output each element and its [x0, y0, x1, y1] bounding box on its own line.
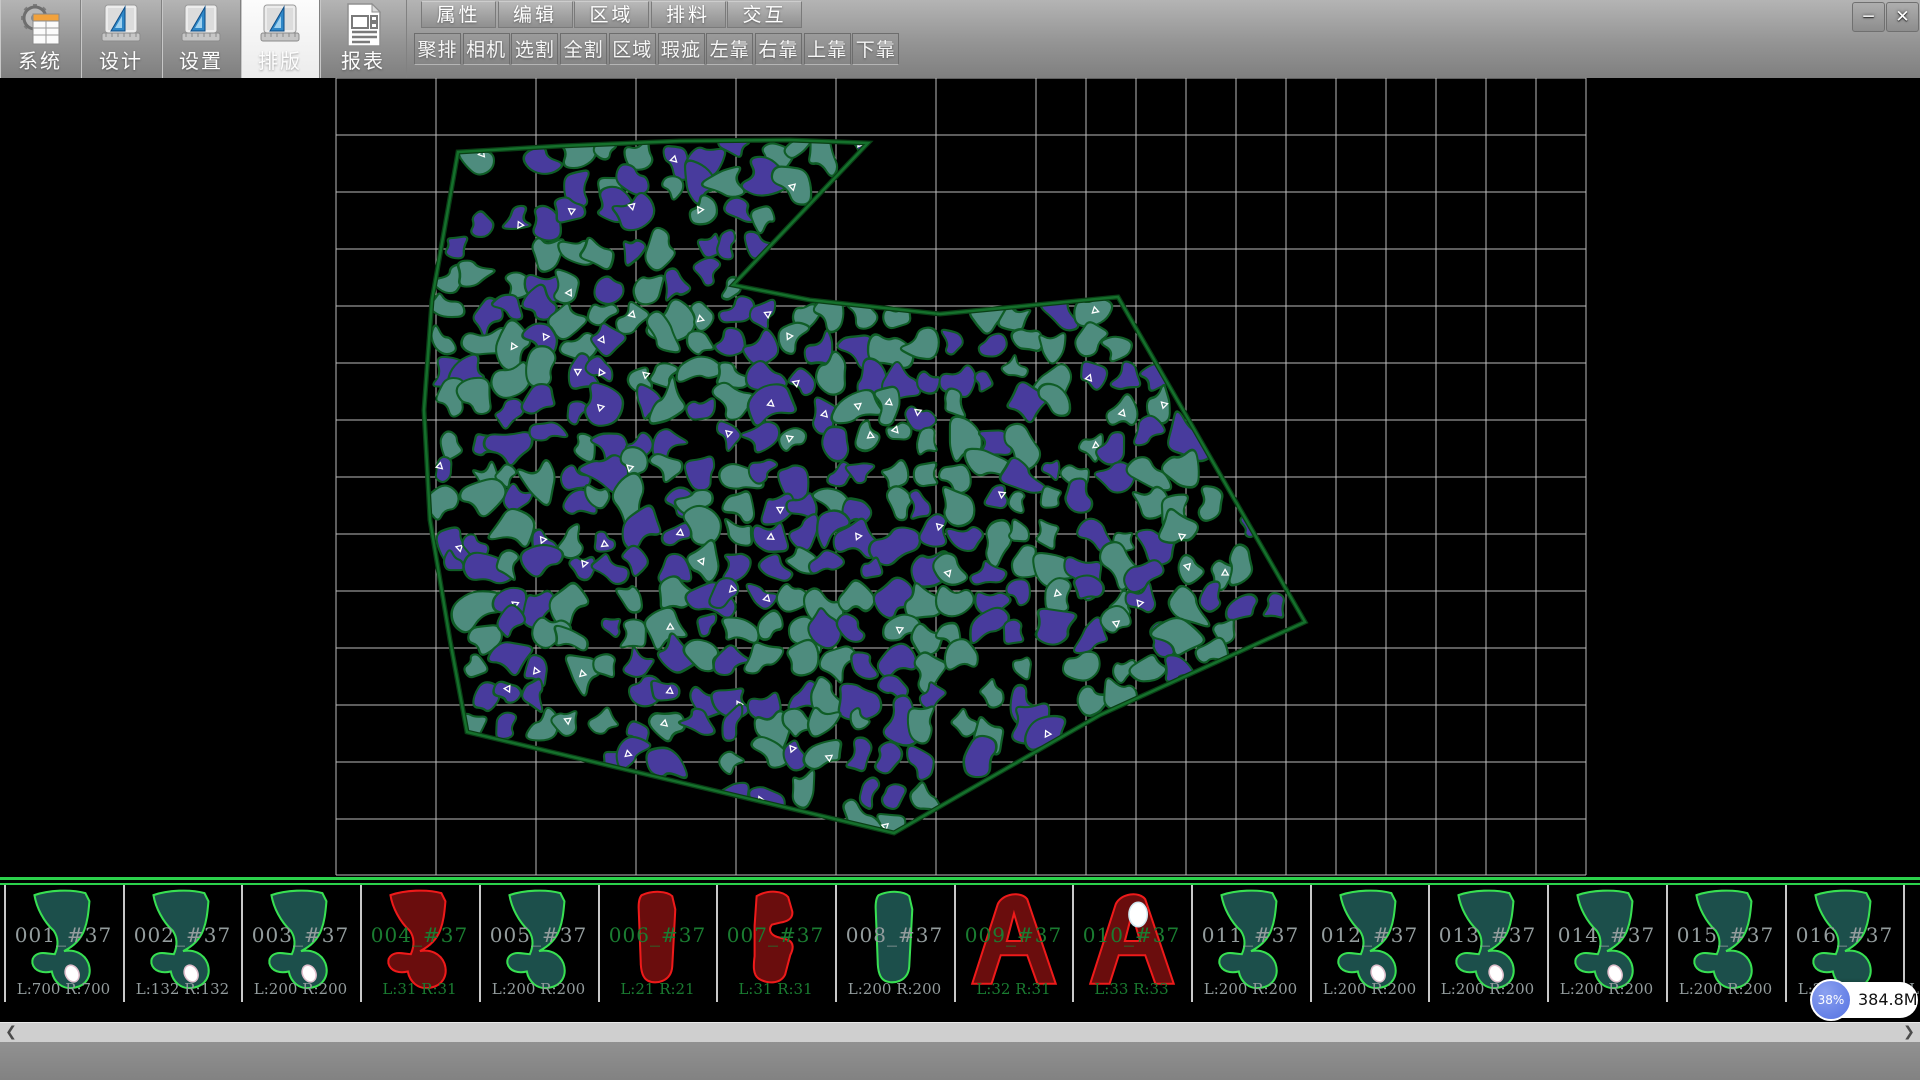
piece-id-label: 010_#37: [1074, 923, 1189, 947]
piece-id-label: 002_#37: [125, 923, 240, 947]
tool-defect[interactable]: 瑕疵: [658, 33, 705, 65]
piece-thumbnail[interactable]: 001_#37 L:700 R:700: [4, 885, 121, 1002]
piece-thumbnail[interactable]: 002_#37 L:132 R:132: [123, 885, 240, 1002]
piece-lr-label: L:32 R:31: [956, 980, 1071, 998]
piece-id-label: 005_#37: [481, 923, 596, 947]
piece-lr-label: L:200 R:200: [1312, 980, 1427, 998]
piece-id-label: 009_#37: [956, 923, 1071, 947]
menu-interact[interactable]: 交互: [727, 1, 802, 28]
minimize-button[interactable]: ─: [1852, 2, 1885, 32]
piece-id-label: 014_#37: [1549, 923, 1664, 947]
piece-lr-label: L:200 R:200: [1668, 980, 1783, 998]
piece-thumbnail[interactable]: 005_#37 L:200 R:200: [479, 885, 596, 1002]
piece-thumbnail[interactable]: 008_#37 L:200 R:200: [835, 885, 952, 1002]
piece-lr-label: L:200 R:200: [481, 980, 596, 998]
system-gear-icon: [17, 2, 63, 48]
piece-id-label: 008_#37: [837, 923, 952, 947]
piece-id-label: 001_#37: [6, 923, 121, 947]
tool-snap-bottom[interactable]: 下靠: [852, 33, 899, 65]
piece-thumbnail[interactable]: 013_#37 L:200 R:200: [1428, 885, 1545, 1002]
tool-region[interactable]: 区域: [609, 33, 656, 65]
progress-circle: 38%: [1810, 979, 1852, 1021]
piece-thumbnail[interactable]: 011_#37 L:200 R:200: [1191, 885, 1308, 1002]
mode-button-report[interactable]: 报表: [320, 0, 407, 78]
nesting-ruler-icon: [257, 2, 303, 48]
piece-lr-label: L:31 R:31: [362, 980, 477, 998]
piece-thumbnail-strip: 001_#37L:700 R:700002_#37L:132 R:132003_…: [0, 885, 1920, 1002]
scroll-left-icon[interactable]: ❮: [0, 1023, 22, 1043]
piece-thumbnail[interactable]: 009_#37 L:32 R:31: [954, 885, 1071, 1002]
nesting-canvas-svg: [0, 78, 1920, 877]
design-ruler-icon: [98, 2, 144, 48]
menu-nesting[interactable]: 排料: [651, 1, 726, 28]
close-button[interactable]: ✕: [1886, 2, 1919, 32]
menu-properties[interactable]: 属性: [421, 1, 496, 28]
piece-lr-label: L:31 R:31: [718, 980, 833, 998]
piece-thumbnail[interactable]: 015_#37 L:200 R:200: [1666, 885, 1783, 1002]
piece-lr-label: L:700 R:700: [6, 980, 121, 998]
status-bar: [0, 1042, 1920, 1080]
tool-snap-top[interactable]: 上靠: [804, 33, 851, 65]
nested-pieces: [423, 122, 1293, 852]
piece-id-label: 015_#37: [1668, 923, 1783, 947]
toolbar: 系统设计设置排版报表 属性编辑区域排料交互 聚排相机选割全割区域瑕疵左靠右靠上靠…: [0, 0, 1920, 79]
memory-badge: 38% 384.8M: [1812, 982, 1918, 1018]
tool-camera[interactable]: 相机: [463, 33, 510, 65]
piece-id-label: 007_#37: [718, 923, 833, 947]
piece-id-label: 016_#37: [1787, 923, 1902, 947]
piece-id-label: 011_#37: [1193, 923, 1308, 947]
tool-snap-right[interactable]: 右靠: [755, 33, 802, 65]
piece-id-label: 013_#37: [1430, 923, 1545, 947]
piece-lr-label: L:200 R:200: [1549, 980, 1664, 998]
piece-thumbnail[interactable]: 004_#37 L:31 R:31: [360, 885, 477, 1002]
piece-thumbnail[interactable]: 014_#37 L:200 R:200: [1547, 885, 1664, 1002]
piece-id-label: 004_#37: [362, 923, 477, 947]
tool-cluster-nest[interactable]: 聚排: [414, 33, 461, 65]
piece-thumbnail[interactable]: 003_#37 L:200 R:200: [241, 885, 358, 1002]
application-window: { "window": { "minimize_glyph": "─", "cl…: [0, 0, 1920, 1080]
menu-edit[interactable]: 编辑: [498, 1, 573, 28]
piece-id-label: 012_#37: [1312, 923, 1427, 947]
mode-label: 系统: [18, 48, 62, 74]
mode-label: 设计: [99, 48, 143, 74]
mode-label: 排版: [258, 48, 302, 74]
memory-value: 384.8M: [1858, 982, 1918, 1018]
mode-button-system[interactable]: 系统: [0, 0, 81, 78]
piece-thumbnail[interactable]: 012_#37 L:200 R:200: [1310, 885, 1427, 1002]
mode-label: 报表: [341, 48, 385, 74]
strip-separator: [0, 877, 1920, 885]
piece-lr-label: L:132 R:132: [125, 980, 240, 998]
mode-button-nesting[interactable]: 排版: [241, 0, 320, 78]
horizontal-scrollbar[interactable]: ❮ ❯: [0, 1022, 1920, 1043]
piece-lr-label: L:200 R:200: [837, 980, 952, 998]
piece-lr-label: L:200 R:200: [243, 980, 358, 998]
scroll-right-icon[interactable]: ❯: [1898, 1023, 1920, 1043]
piece-id-label: 006_#37: [600, 923, 715, 947]
mode-button-settings[interactable]: 设置: [162, 0, 241, 78]
piece-lr-label: L:200 R:200: [1193, 980, 1308, 998]
piece-lr-label: L:21 R:21: [600, 980, 715, 998]
report-doc-icon: [340, 2, 386, 48]
tool-select-cut[interactable]: 选割: [511, 33, 558, 65]
piece-thumbnail[interactable]: 010_#37 L:33 R:33: [1072, 885, 1189, 1002]
tool-snap-left[interactable]: 左靠: [706, 33, 753, 65]
piece-thumbnail[interactable]: 006_#37 L:21 R:21: [598, 885, 715, 1002]
piece-thumbnail[interactable]: 007_#37 L:31 R:31: [716, 885, 833, 1002]
settings-ruler-icon: [178, 2, 224, 48]
mode-button-design[interactable]: 设计: [81, 0, 162, 78]
piece-id-label: 003_#37: [243, 923, 358, 947]
nesting-canvas[interactable]: [0, 78, 1920, 877]
piece-lr-label: L:200 R:200: [1430, 980, 1545, 998]
piece-lr-label: L:33 R:33: [1074, 980, 1189, 998]
menu-region[interactable]: 区域: [574, 1, 649, 28]
mode-label: 设置: [179, 48, 223, 74]
tool-cut-all[interactable]: 全割: [560, 33, 607, 65]
